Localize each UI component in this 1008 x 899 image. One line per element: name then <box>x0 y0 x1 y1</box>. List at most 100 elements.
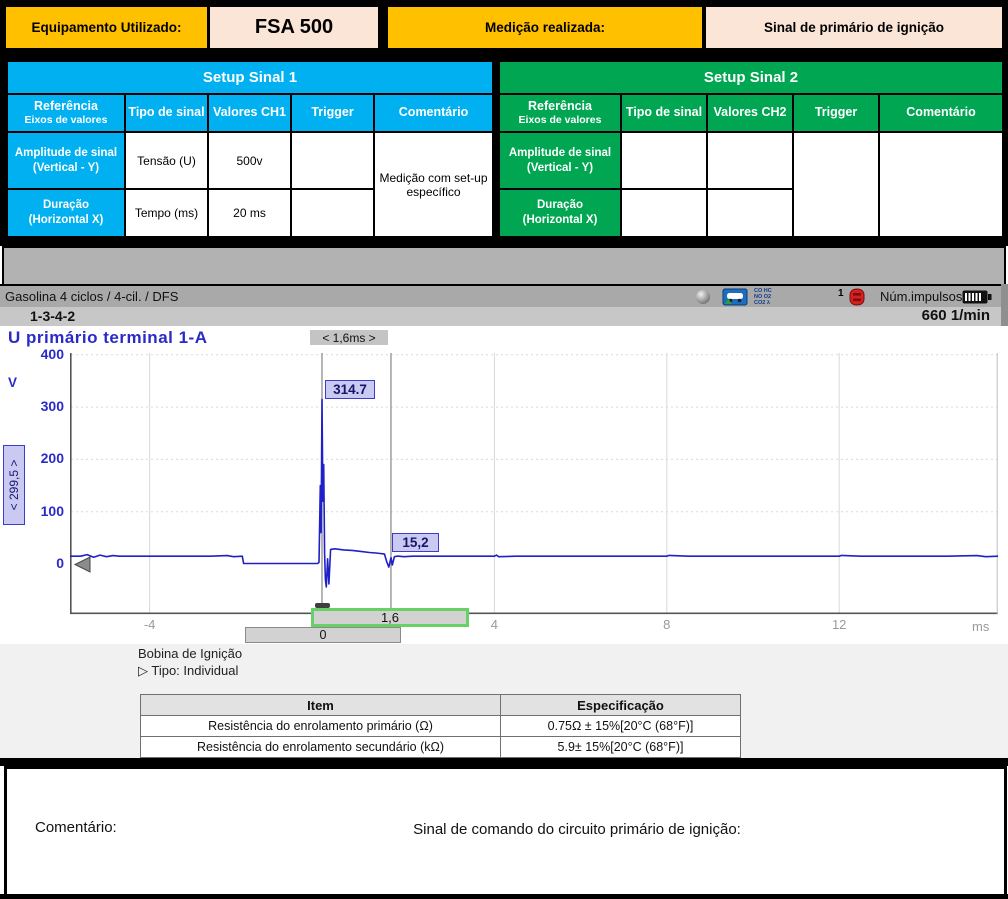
setup1-row-dur-sub: (Horizontal X) <box>8 213 124 228</box>
x-axis-tick: -4 <box>135 617 165 632</box>
spec-header-item: Item <box>141 695 501 716</box>
y-axis-tick: 200 <box>14 450 64 466</box>
equipment-label: Equipamento Utilizado: <box>32 20 182 35</box>
cursor1-position-readout[interactable]: 0 <box>245 627 401 643</box>
setup1-col-trigger: Trigger <box>291 94 374 132</box>
setup1-row-amp-main: Amplitude de sinal <box>8 146 124 161</box>
scope-toolbar-panel <box>2 246 1006 286</box>
setup1-dur-tipo-cell[interactable]: Tempo (ms) <box>125 189 208 237</box>
setup2-row-amplitude: Amplitude de sinal(Vertical - Y) <box>499 132 621 189</box>
setup1-amp-tipo-cell[interactable]: Tensão (U) <box>125 132 208 189</box>
setup1-amp-valor-cell[interactable]: 500v <box>208 132 291 189</box>
setup-signal-2-table: Setup Sinal 2 ReferênciaEixos de valores… <box>498 60 1004 238</box>
gas-line-3: CO2 λ <box>754 300 772 306</box>
y-axis-tick: 400 <box>14 346 64 362</box>
y-axis-tick: 0 <box>14 555 64 571</box>
setup1-row-amp-sub: (Vertical - Y) <box>8 161 124 176</box>
setup1-col-valores: Valores CH1 <box>208 94 291 132</box>
setup1-amp-trigger-cell[interactable] <box>291 132 374 189</box>
trigger-clamp-icon <box>847 288 867 306</box>
setup2-row-amp-sub: (Vertical - Y) <box>500 161 620 176</box>
table-row: Resistência do enrolamento secundário (k… <box>141 737 741 758</box>
coil-title: Bobina de Ignição <box>138 646 242 661</box>
coil-spec-table: Item Especificação Resistência do enrola… <box>140 694 741 758</box>
spec-item-primary: Resistência do enrolamento primário (Ω) <box>141 716 501 737</box>
coil-spec-section: Bobina de Ignição ▷ Tipo: Individual Ite… <box>0 644 1008 758</box>
x-axis-unit-label: ms <box>972 619 989 634</box>
measurement-label-cell: Medição realizada: <box>388 7 702 48</box>
setup2-amp-tipo-cell[interactable] <box>621 132 707 189</box>
gas-analyzer-icon: CO HC NO O2 CO2 λ <box>754 288 772 306</box>
coil-type-line: ▷ Tipo: Individual <box>138 663 238 679</box>
spec-value-primary: 0.75Ω ± 15%[20°C (68°F)] <box>501 716 741 737</box>
setup2-amp-valor-cell[interactable] <box>707 132 793 189</box>
delta-time-badge: < 1,6ms > <box>310 330 388 345</box>
comment-label: Comentário: <box>35 819 117 836</box>
setup2-col-ref-main: Referência <box>500 99 620 115</box>
status-sphere-icon <box>696 290 710 304</box>
setup2-col-referencia: ReferênciaEixos de valores <box>499 94 621 132</box>
equipment-value: FSA 500 <box>255 16 333 39</box>
comment-section[interactable]: Comentário: Sinal de comando do circuito… <box>4 766 1007 897</box>
report-page: Equipamento Utilizado: FSA 500 Medição r… <box>0 0 1008 899</box>
battery-icon <box>962 290 992 304</box>
y-axis-tick: 100 <box>14 503 64 519</box>
setup1-col-referencia: ReferênciaEixos de valores <box>7 94 125 132</box>
spec-value-secondary: 5.9± 15%[20°C (68°F)] <box>501 737 741 758</box>
setup1-dur-valor-cell[interactable]: 20 ms <box>208 189 291 237</box>
engine-config-text: Gasolina 4 ciclos / 4-cil. / DFS <box>5 289 178 304</box>
measurement-value-cell[interactable]: Sinal de primário de ignição <box>706 7 1002 48</box>
setup2-dur-tipo-cell[interactable] <box>621 189 707 237</box>
x-axis-tick: 4 <box>479 617 509 632</box>
measurement-label: Medição realizada: <box>485 20 605 35</box>
setup2-dur-valor-cell[interactable] <box>707 189 793 237</box>
setup2-comentario-cell[interactable] <box>879 132 1003 237</box>
spec-header-especificacao: Especificação <box>501 695 741 716</box>
equipment-value-cell[interactable]: FSA 500 <box>210 7 378 48</box>
setup1-col-comentario: Comentário <box>374 94 493 132</box>
setup2-col-tipo: Tipo de sinal <box>621 94 707 132</box>
setup2-col-trigger: Trigger <box>793 94 879 132</box>
setup2-col-comentario: Comentário <box>879 94 1003 132</box>
setup1-col-ref-sub: Eixos de valores <box>8 114 124 127</box>
separator-band-bottom <box>0 758 1008 766</box>
setup1-comentario-cell[interactable]: Medição com set-up específico <box>374 132 493 237</box>
scope-status-bar: Gasolina 4 ciclos / 4-cil. / DFS CO HC N… <box>0 284 1008 309</box>
setup-signal-1-table: Setup Sinal 1 ReferênciaEixos de valores… <box>6 60 494 238</box>
page-bottom-edge <box>0 894 1008 899</box>
y-axis-tick: 300 <box>14 398 64 414</box>
setup1-row-dur-main: Duração <box>8 198 124 213</box>
scope-display: U primário terminal 1-A < 1,6ms > V < 29… <box>0 326 1008 644</box>
setup2-trigger-cell[interactable] <box>793 132 879 237</box>
delta-time-readout[interactable]: 1,6 <box>311 608 469 627</box>
scope-substatus-bar: 1-3-4-2 660 1/min <box>0 307 1008 326</box>
separator-band <box>0 238 1008 246</box>
measurement-value: Sinal de primário de ignição <box>764 20 944 35</box>
firing-order-text: 1-3-4-2 <box>30 308 75 324</box>
setup2-col-ref-sub: Eixos de valores <box>500 114 620 127</box>
peak-value-badge: 314.7 <box>325 380 375 399</box>
header-row: Equipamento Utilizado: FSA 500 Medição r… <box>0 0 1008 55</box>
comment-text: Sinal de comando do circuito primário de… <box>147 821 1007 838</box>
cursor2-value-badge: 15,2 <box>392 533 439 552</box>
zero-level-marker-icon <box>75 557 90 572</box>
setup1-row-amplitude: Amplitude de sinal(Vertical - Y) <box>7 132 125 189</box>
setup1-col-ref-main: Referência <box>8 99 124 115</box>
setup2-row-duracao: Duração(Horizontal X) <box>499 189 621 237</box>
vehicle-icon <box>722 288 748 306</box>
setup2-col-valores: Valores CH2 <box>707 94 793 132</box>
equipment-label-cell: Equipamento Utilizado: <box>6 7 207 48</box>
setup1-row-duracao: Duração(Horizontal X) <box>7 189 125 237</box>
setup1-title: Setup Sinal 1 <box>7 61 493 94</box>
channel-superscript: 1 <box>838 288 844 299</box>
setup2-title: Setup Sinal 2 <box>499 61 1003 94</box>
x-axis-tick: 8 <box>652 617 682 632</box>
setup1-dur-trigger-cell[interactable] <box>291 189 374 237</box>
setup2-row-dur-main: Duração <box>500 198 620 213</box>
setup-region: Setup Sinal 1 ReferênciaEixos de valores… <box>0 55 1008 245</box>
setup2-row-amp-main: Amplitude de sinal <box>500 146 620 161</box>
y-axis-unit-label: V <box>8 375 17 390</box>
scope-edge-strip <box>1001 284 1008 326</box>
table-row: Resistência do enrolamento primário (Ω) … <box>141 716 741 737</box>
rpm-readout: 660 1/min <box>922 307 990 324</box>
